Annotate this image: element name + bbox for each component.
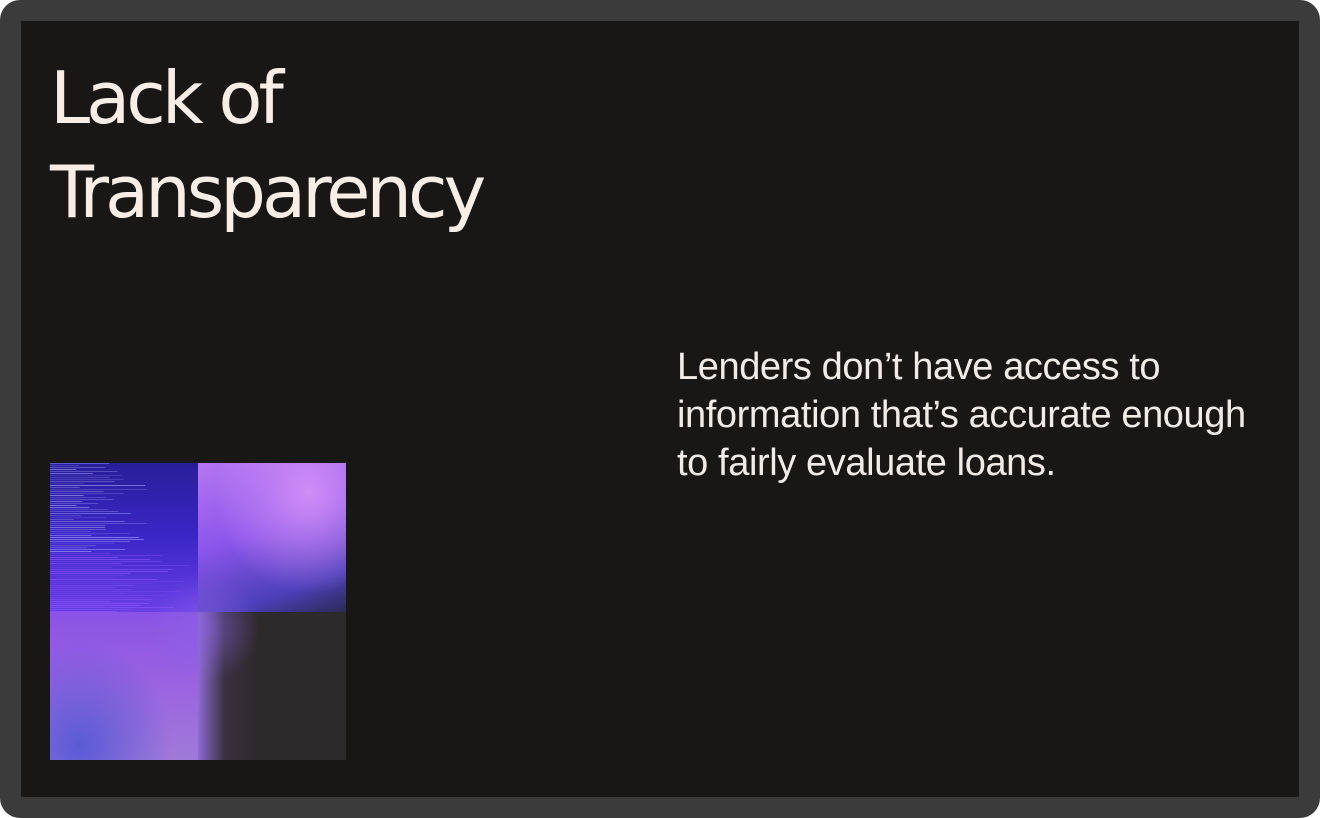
glitch-line: [50, 525, 106, 526]
glitch-line: [50, 531, 92, 532]
glitch-line: [50, 509, 108, 510]
glitch-line: [50, 553, 111, 554]
glitch-line: [50, 471, 118, 472]
glitch-line: [50, 537, 139, 538]
glitch-line: [50, 595, 165, 596]
glitch-line: [50, 513, 131, 514]
glitch-line: [50, 517, 106, 518]
glitch-line: [50, 599, 153, 600]
glitch-line: [50, 467, 106, 468]
glitch-line: [50, 529, 107, 530]
glitch-line: [50, 555, 162, 556]
slide-title-line-1: Lack of: [50, 56, 284, 140]
glitch-line: [50, 577, 118, 578]
glitch-line: [50, 515, 81, 516]
glitch-line: [50, 527, 106, 528]
glitch-line: [50, 611, 117, 612]
glitch-line: [50, 603, 150, 604]
glitch-line: [50, 551, 92, 552]
glitch-line: [50, 469, 77, 470]
glitch-line: [50, 499, 114, 500]
slide-title-line-2: Transparency: [50, 150, 486, 234]
glitch-line: [50, 503, 99, 504]
slide-frame: Lack of Transparency Lenders don’t have …: [0, 0, 1320, 818]
glitch-line: [50, 533, 130, 534]
glitch-line: [50, 593, 125, 594]
glitch-line: [50, 601, 111, 602]
glitch-line: [50, 573, 131, 574]
glitch-line: [50, 591, 180, 592]
glitch-line: [50, 543, 115, 544]
glitch-line: [50, 587, 116, 588]
glitch-line: [50, 579, 158, 580]
glitch-line: [50, 567, 113, 568]
glitch-line: [50, 589, 131, 590]
glitch-line: [50, 581, 185, 582]
glitch-line: [50, 481, 115, 482]
glitch-line: [50, 521, 125, 522]
slide-title: Lack of Transparency: [50, 51, 486, 239]
gradient-artwork: [50, 463, 346, 760]
glitch-line: [50, 565, 189, 566]
glitch-line: [50, 545, 96, 546]
glitch-line: [50, 493, 124, 494]
glitch-line: [50, 569, 173, 570]
glitch-line: [50, 485, 146, 486]
glitch-line: [50, 501, 83, 502]
glitch-line: [50, 563, 121, 564]
glitch-line: [50, 475, 123, 476]
glitch-line: [50, 539, 145, 540]
glitch-line: [50, 507, 90, 508]
glitch-line: [50, 561, 162, 562]
slide: Lack of Transparency Lenders don’t have …: [21, 21, 1299, 797]
glitch-line: [50, 479, 124, 480]
slide-body-text: Lenders don’t have access to information…: [677, 346, 1246, 484]
glitch-line: [50, 607, 174, 608]
glitch-line: [50, 559, 151, 560]
glitch-line: [50, 597, 146, 598]
glitch-line: [50, 477, 110, 478]
glitch-line: [50, 585, 135, 586]
glitch-line: [50, 557, 118, 558]
glitch-line: [50, 535, 92, 536]
glitch-line: [50, 463, 110, 464]
glitch-line: [50, 489, 147, 490]
glitch-line: [50, 575, 125, 576]
glitch-line: [50, 519, 74, 520]
glitch-line: [50, 523, 147, 524]
glitch-line: [50, 605, 140, 606]
glitch-line: [50, 487, 80, 488]
artwork-glitch-lines: [50, 463, 189, 612]
glitch-line: [50, 609, 134, 610]
glitch-line: [50, 505, 77, 506]
glitch-line: [50, 483, 85, 484]
glitch-line: [50, 547, 88, 548]
glitch-line: [50, 465, 80, 466]
glitch-line: [50, 497, 106, 498]
glitch-line: [50, 495, 84, 496]
glitch-line: [50, 571, 169, 572]
glitch-line: [50, 549, 125, 550]
glitch-line: [50, 473, 93, 474]
glitch-line: [50, 541, 130, 542]
glitch-line: [50, 583, 154, 584]
glitch-line: [50, 491, 104, 492]
glitch-line: [50, 511, 119, 512]
